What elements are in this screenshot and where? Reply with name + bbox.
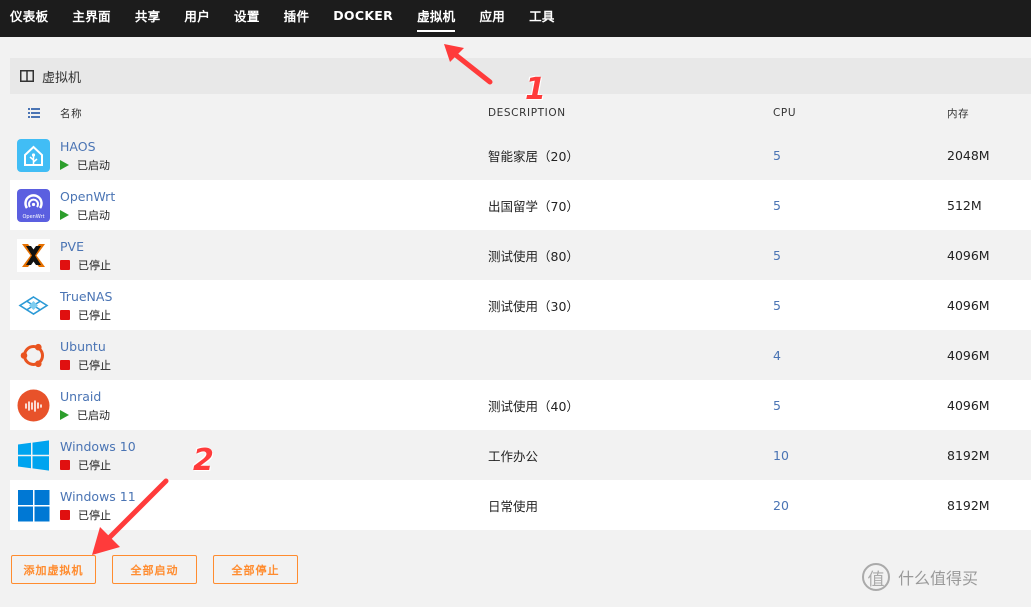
vm-description: 出国留学（70） xyxy=(488,198,579,214)
nav-dashboard[interactable]: 仪表板 xyxy=(10,6,48,25)
nav-apps[interactable]: 应用 xyxy=(479,6,505,25)
svg-text:OpenWrt: OpenWrt xyxy=(22,214,44,220)
windows11-logo[interactable] xyxy=(17,489,50,522)
top-nav: 仪表板 主界面 共享 用户 设置 插件 DOCKER 虚拟机 应用 工具 xyxy=(0,0,1031,37)
header-memory: 内存 xyxy=(947,107,970,120)
table-row: HAOS 已启动 智能家居（20） 5 2048M xyxy=(10,130,1031,180)
stop-icon[interactable] xyxy=(60,510,70,520)
stop-icon[interactable] xyxy=(60,460,70,470)
panel-title: 虚拟机 xyxy=(42,70,82,86)
nav-plugins[interactable]: 插件 xyxy=(284,6,310,25)
vm-memory: 4096M xyxy=(947,247,990,263)
nav-vms[interactable]: 虚拟机 xyxy=(417,6,456,32)
stop-icon[interactable] xyxy=(60,360,70,370)
table-header: 名称 DESCRIPTION CPU 内存 xyxy=(10,96,1031,130)
unraid-logo[interactable] xyxy=(17,389,50,422)
vm-cpu[interactable]: 5 xyxy=(773,280,781,330)
vm-memory: 8192M xyxy=(947,447,990,463)
list-icon[interactable] xyxy=(28,108,40,118)
nav-shares[interactable]: 共享 xyxy=(135,6,161,25)
play-icon[interactable] xyxy=(60,410,69,420)
status-text: 已停止 xyxy=(78,459,111,472)
vm-description: 测试使用（30） xyxy=(488,298,579,314)
vm-name-link[interactable]: OpenWrt xyxy=(60,189,115,204)
header-cpu: CPU xyxy=(773,107,797,119)
vm-cpu[interactable]: 5 xyxy=(773,130,781,180)
vm-memory: 8192M xyxy=(947,497,990,513)
add-vm-button[interactable]: 添加虚拟机 xyxy=(11,555,96,584)
play-icon[interactable] xyxy=(60,160,69,170)
windows10-logo[interactable] xyxy=(17,439,50,472)
watermark: 值 什么值得买 xyxy=(862,563,978,591)
vm-name-link[interactable]: HAOS xyxy=(60,139,96,154)
vm-status: 已停止 xyxy=(60,307,111,323)
annotation-arrow-2 xyxy=(92,478,169,555)
status-text: 已停止 xyxy=(78,309,111,322)
table-row: Windows 10 已停止 工作办公 10 8192M xyxy=(10,430,1031,480)
vm-status: 已停止 xyxy=(60,357,111,373)
table-row: Unraid 已启动 测试使用（40） 5 4096M xyxy=(10,380,1031,430)
watermark-logo-icon: 值 xyxy=(862,563,890,591)
ubuntu-logo[interactable] xyxy=(17,339,50,372)
vm-name-link[interactable]: PVE xyxy=(60,239,84,254)
truenas-logo[interactable] xyxy=(17,289,50,322)
vm-name-link[interactable]: TrueNAS xyxy=(60,289,112,304)
vm-cpu[interactable]: 5 xyxy=(773,380,781,430)
vm-cpu[interactable]: 4 xyxy=(773,330,781,380)
status-text: 已启动 xyxy=(77,409,110,422)
vm-memory: 4096M xyxy=(947,297,990,313)
vm-cpu[interactable]: 10 xyxy=(773,430,789,480)
vm-status: 已停止 xyxy=(60,257,111,273)
stop-icon[interactable] xyxy=(60,310,70,320)
vm-description: 智能家居（20） xyxy=(488,148,579,164)
table-row: PVE 已停止 测试使用（80） 5 4096M xyxy=(10,230,1031,280)
table-row: OpenWrt OpenWrt 已启动 出国留学（70） 5 512M xyxy=(10,180,1031,230)
vm-cpu[interactable]: 5 xyxy=(773,180,781,230)
vm-name-link[interactable]: Windows 10 xyxy=(60,439,136,454)
vm-description: 工作办公 xyxy=(488,448,539,464)
stop-all-button[interactable]: 全部停止 xyxy=(213,555,298,584)
vm-memory: 4096M xyxy=(947,397,990,413)
stop-icon[interactable] xyxy=(60,260,70,270)
nav-main[interactable]: 主界面 xyxy=(72,6,110,25)
vm-description: 测试使用（80） xyxy=(488,248,579,264)
vm-status: 已停止 xyxy=(60,457,111,473)
panel-header: 虚拟机 xyxy=(10,58,1031,94)
vm-table: 名称 DESCRIPTION CPU 内存 HAOS 已启动 智能家居（20） … xyxy=(10,96,1031,530)
vm-name-link[interactable]: Ubuntu xyxy=(60,339,106,354)
status-text: 已停止 xyxy=(78,359,111,372)
annotation-number-2: 2 xyxy=(193,443,214,478)
vm-cpu[interactable]: 20 xyxy=(773,480,789,530)
vm-memory: 512M xyxy=(947,197,982,213)
vm-status: 已启动 xyxy=(60,207,110,223)
nav-tools[interactable]: 工具 xyxy=(529,6,555,25)
header-name: 名称 xyxy=(60,107,83,120)
status-text: 已启动 xyxy=(77,209,110,222)
vm-description: 测试使用（40） xyxy=(488,398,579,414)
vm-status: 已启动 xyxy=(60,157,110,173)
vm-cpu[interactable]: 5 xyxy=(773,230,781,280)
columns-icon xyxy=(20,70,34,82)
table-row: TrueNAS 已停止 测试使用（30） 5 4096M xyxy=(10,280,1031,330)
vm-memory: 4096M xyxy=(947,347,990,363)
vm-name-link[interactable]: Unraid xyxy=(60,389,101,404)
openwrt-logo[interactable]: OpenWrt xyxy=(17,189,50,222)
vm-memory: 2048M xyxy=(947,147,990,163)
vm-status: 已启动 xyxy=(60,407,110,423)
vm-description: 日常使用 xyxy=(488,498,539,514)
annotation-arrow-1 xyxy=(444,44,493,85)
annotation-number-1: 1 xyxy=(525,72,546,107)
table-row: Ubuntu 已停止 4 4096M xyxy=(10,330,1031,380)
nav-settings[interactable]: 设置 xyxy=(234,6,260,25)
play-icon[interactable] xyxy=(60,210,69,220)
watermark-text: 什么值得买 xyxy=(898,569,979,588)
nav-users[interactable]: 用户 xyxy=(184,6,210,25)
proxmox-logo[interactable] xyxy=(17,239,50,272)
home-assistant-logo[interactable] xyxy=(17,139,50,172)
status-text: 已停止 xyxy=(78,259,111,272)
status-text: 已启动 xyxy=(77,159,110,172)
nav-docker[interactable]: DOCKER xyxy=(333,8,393,23)
